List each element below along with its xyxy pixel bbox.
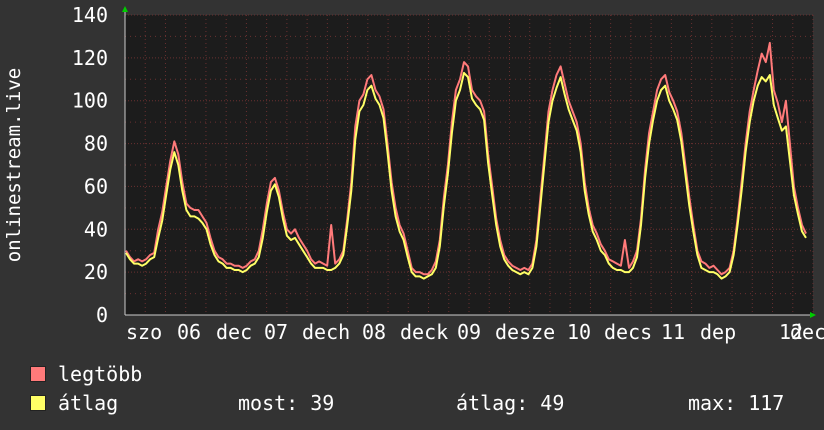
x-tick-label: dep bbox=[700, 320, 736, 344]
y-tick-label: 60 bbox=[84, 174, 108, 198]
x-tick-label: 06 bbox=[177, 320, 201, 344]
x-tick-label: 11 bbox=[661, 320, 685, 344]
x-tick-label: desze bbox=[495, 320, 555, 344]
y-tick-label: 0 bbox=[96, 303, 108, 327]
x-tick-label: 08 bbox=[362, 320, 386, 344]
x-tick-label: dech bbox=[302, 320, 350, 344]
x-tick-label: decs bbox=[604, 320, 652, 344]
y-tick-label: 140 bbox=[72, 3, 108, 27]
legend-item-avg: átlag bbox=[30, 391, 118, 415]
x-tick-label: 10 bbox=[567, 320, 591, 344]
y-tick-label: 80 bbox=[84, 132, 108, 156]
y-tick-label: 120 bbox=[72, 46, 108, 70]
stat-current: most: 39 bbox=[238, 391, 335, 415]
legend-item-max: legtöbb bbox=[30, 362, 142, 386]
legend-label-max: legtöbb bbox=[58, 362, 143, 386]
legend-label-avg: átlag bbox=[58, 391, 119, 415]
y-tick-label: 100 bbox=[72, 89, 108, 113]
y-axis-label: onlinestream.live bbox=[3, 68, 25, 262]
y-tick-label: 20 bbox=[84, 260, 108, 284]
y-axis-arrow bbox=[122, 6, 128, 12]
chart-grid bbox=[124, 12, 815, 316]
stat-average: átlag: 49 bbox=[456, 391, 565, 415]
legend-swatch-avg bbox=[30, 395, 46, 411]
x-tick-label: deck bbox=[400, 320, 448, 344]
y-tick-labels: 0 20 40 60 80 100 120 140 bbox=[72, 3, 108, 327]
x-tick-label: szo bbox=[126, 320, 162, 344]
x-tick-label: 07 bbox=[264, 320, 288, 344]
x-tick-label: dec bbox=[216, 320, 252, 344]
y-tick-label: 40 bbox=[84, 217, 108, 241]
x-tick-labels: szo 06 dec 07 dech 08 deck 09 desze 10 decs 11 dep 12… bbox=[126, 320, 824, 344]
stat-max: max: 117 bbox=[688, 391, 785, 415]
x-tick-label: dec bbox=[790, 320, 824, 344]
legend-swatch-max bbox=[30, 366, 46, 382]
chart-canvas: 0 20 40 60 80 100 120 140 szo 06 dec 07 dech 08 deck 0… bbox=[3, 3, 824, 344]
x-tick-label: 09 bbox=[457, 320, 481, 344]
